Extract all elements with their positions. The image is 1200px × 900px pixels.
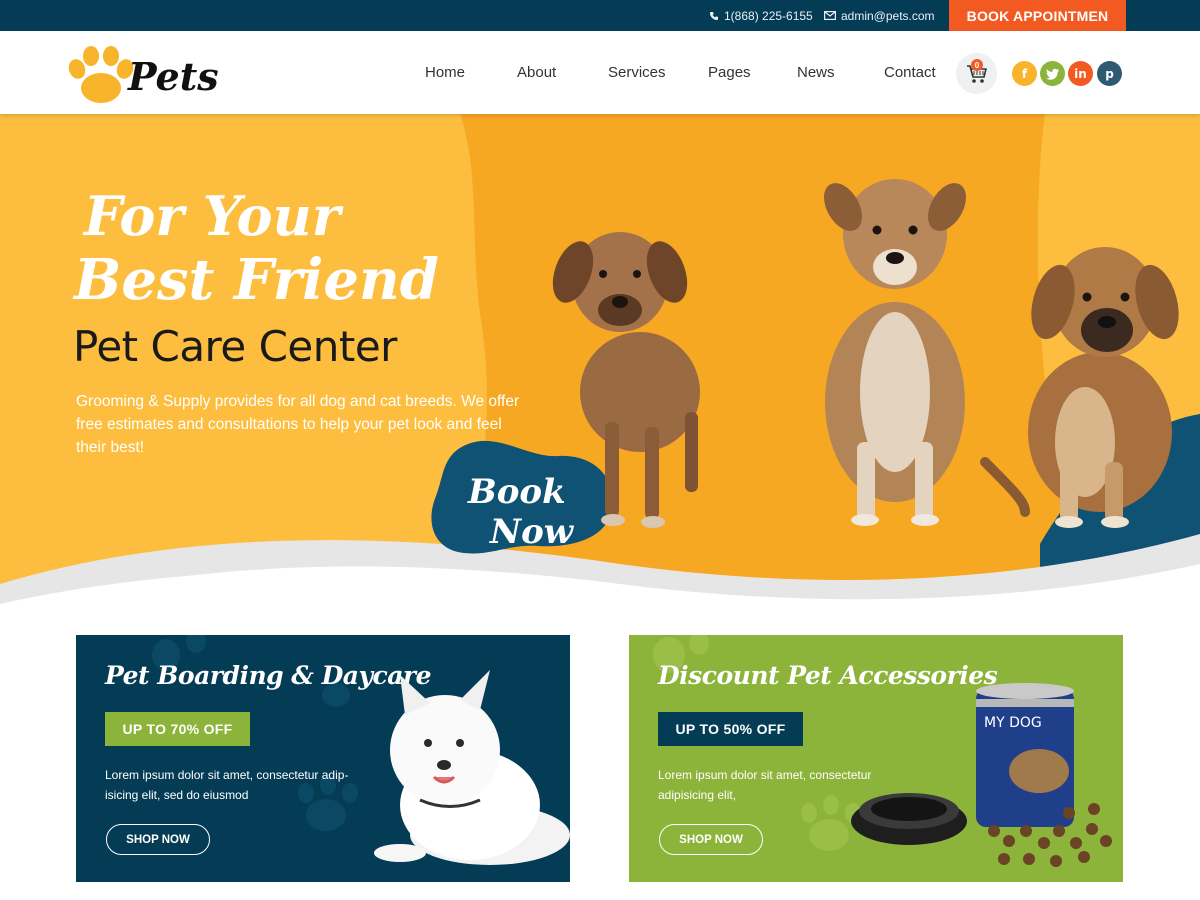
hero-banner: For Your Best Friend Pet Care Center Gro… <box>0 114 1200 614</box>
top-bar: 1(868) 225-6155 admin@pets.com BOOK APPO… <box>0 0 1200 31</box>
main-header: Pets Home About Services Pages News Cont… <box>0 31 1200 114</box>
nav-pages[interactable]: Pages <box>708 64 751 81</box>
promo-description: Lorem ipsum dolor sit amet, consectetur … <box>105 768 349 802</box>
shop-now-button[interactable]: SHOP NOW <box>106 824 210 855</box>
promo-card-boarding: Pet Boarding & Daycare UP TO 70% OFF Lor… <box>76 635 570 882</box>
phone-number: 1(868) 225-6155 <box>724 8 813 23</box>
nav-services[interactable]: Services <box>608 64 666 81</box>
pet-food-image: MY DOG <box>851 683 1112 867</box>
can-label: MY DOG <box>984 715 1042 731</box>
logo-text: Pets <box>128 54 219 99</box>
nav-news[interactable]: News <box>797 64 835 81</box>
nav-home[interactable]: Home <box>425 64 465 81</box>
discount-badge: UP TO 50% OFF <box>658 712 803 746</box>
white-puppy-image <box>374 670 570 865</box>
envelope-icon <box>824 11 836 20</box>
phone-icon <box>710 11 718 20</box>
email-info[interactable]: admin@pets.com <box>824 0 935 31</box>
cart-button[interactable]: 0 <box>956 53 997 94</box>
hero-title: Pet Care Center <box>73 322 397 371</box>
facebook-icon[interactable]: f <box>1012 61 1037 86</box>
book-appointment-button[interactable]: BOOK APPOINTMEN <box>949 0 1126 31</box>
hero-script-line1: For Your <box>84 184 341 248</box>
cart-count-badge: 0 <box>971 59 983 71</box>
linkedin-icon[interactable]: in <box>1068 61 1093 86</box>
phone-info[interactable]: 1(868) 225-6155 <box>709 0 813 31</box>
paw-icon <box>68 46 134 103</box>
discount-badge: UP TO 70% OFF <box>105 712 250 746</box>
pinterest-icon[interactable]: p <box>1097 61 1122 86</box>
puppies-illustration <box>552 179 1179 528</box>
shop-now-button[interactable]: SHOP NOW <box>659 824 763 855</box>
email-address: admin@pets.com <box>841 8 935 23</box>
logo[interactable]: Pets <box>68 46 219 106</box>
hero-script-line2: Best Friend <box>74 247 439 313</box>
twitter-icon[interactable] <box>1040 61 1065 86</box>
puppy-right <box>980 247 1179 528</box>
twitter-bird-icon <box>1045 68 1059 80</box>
puppy-middle <box>824 179 966 526</box>
puppy-left <box>552 232 700 528</box>
nav-about[interactable]: About <box>517 64 556 81</box>
nav-contact[interactable]: Contact <box>884 64 936 81</box>
promo-card-accessories: Discount Pet Accessories UP TO 50% OFF L… <box>629 635 1123 882</box>
